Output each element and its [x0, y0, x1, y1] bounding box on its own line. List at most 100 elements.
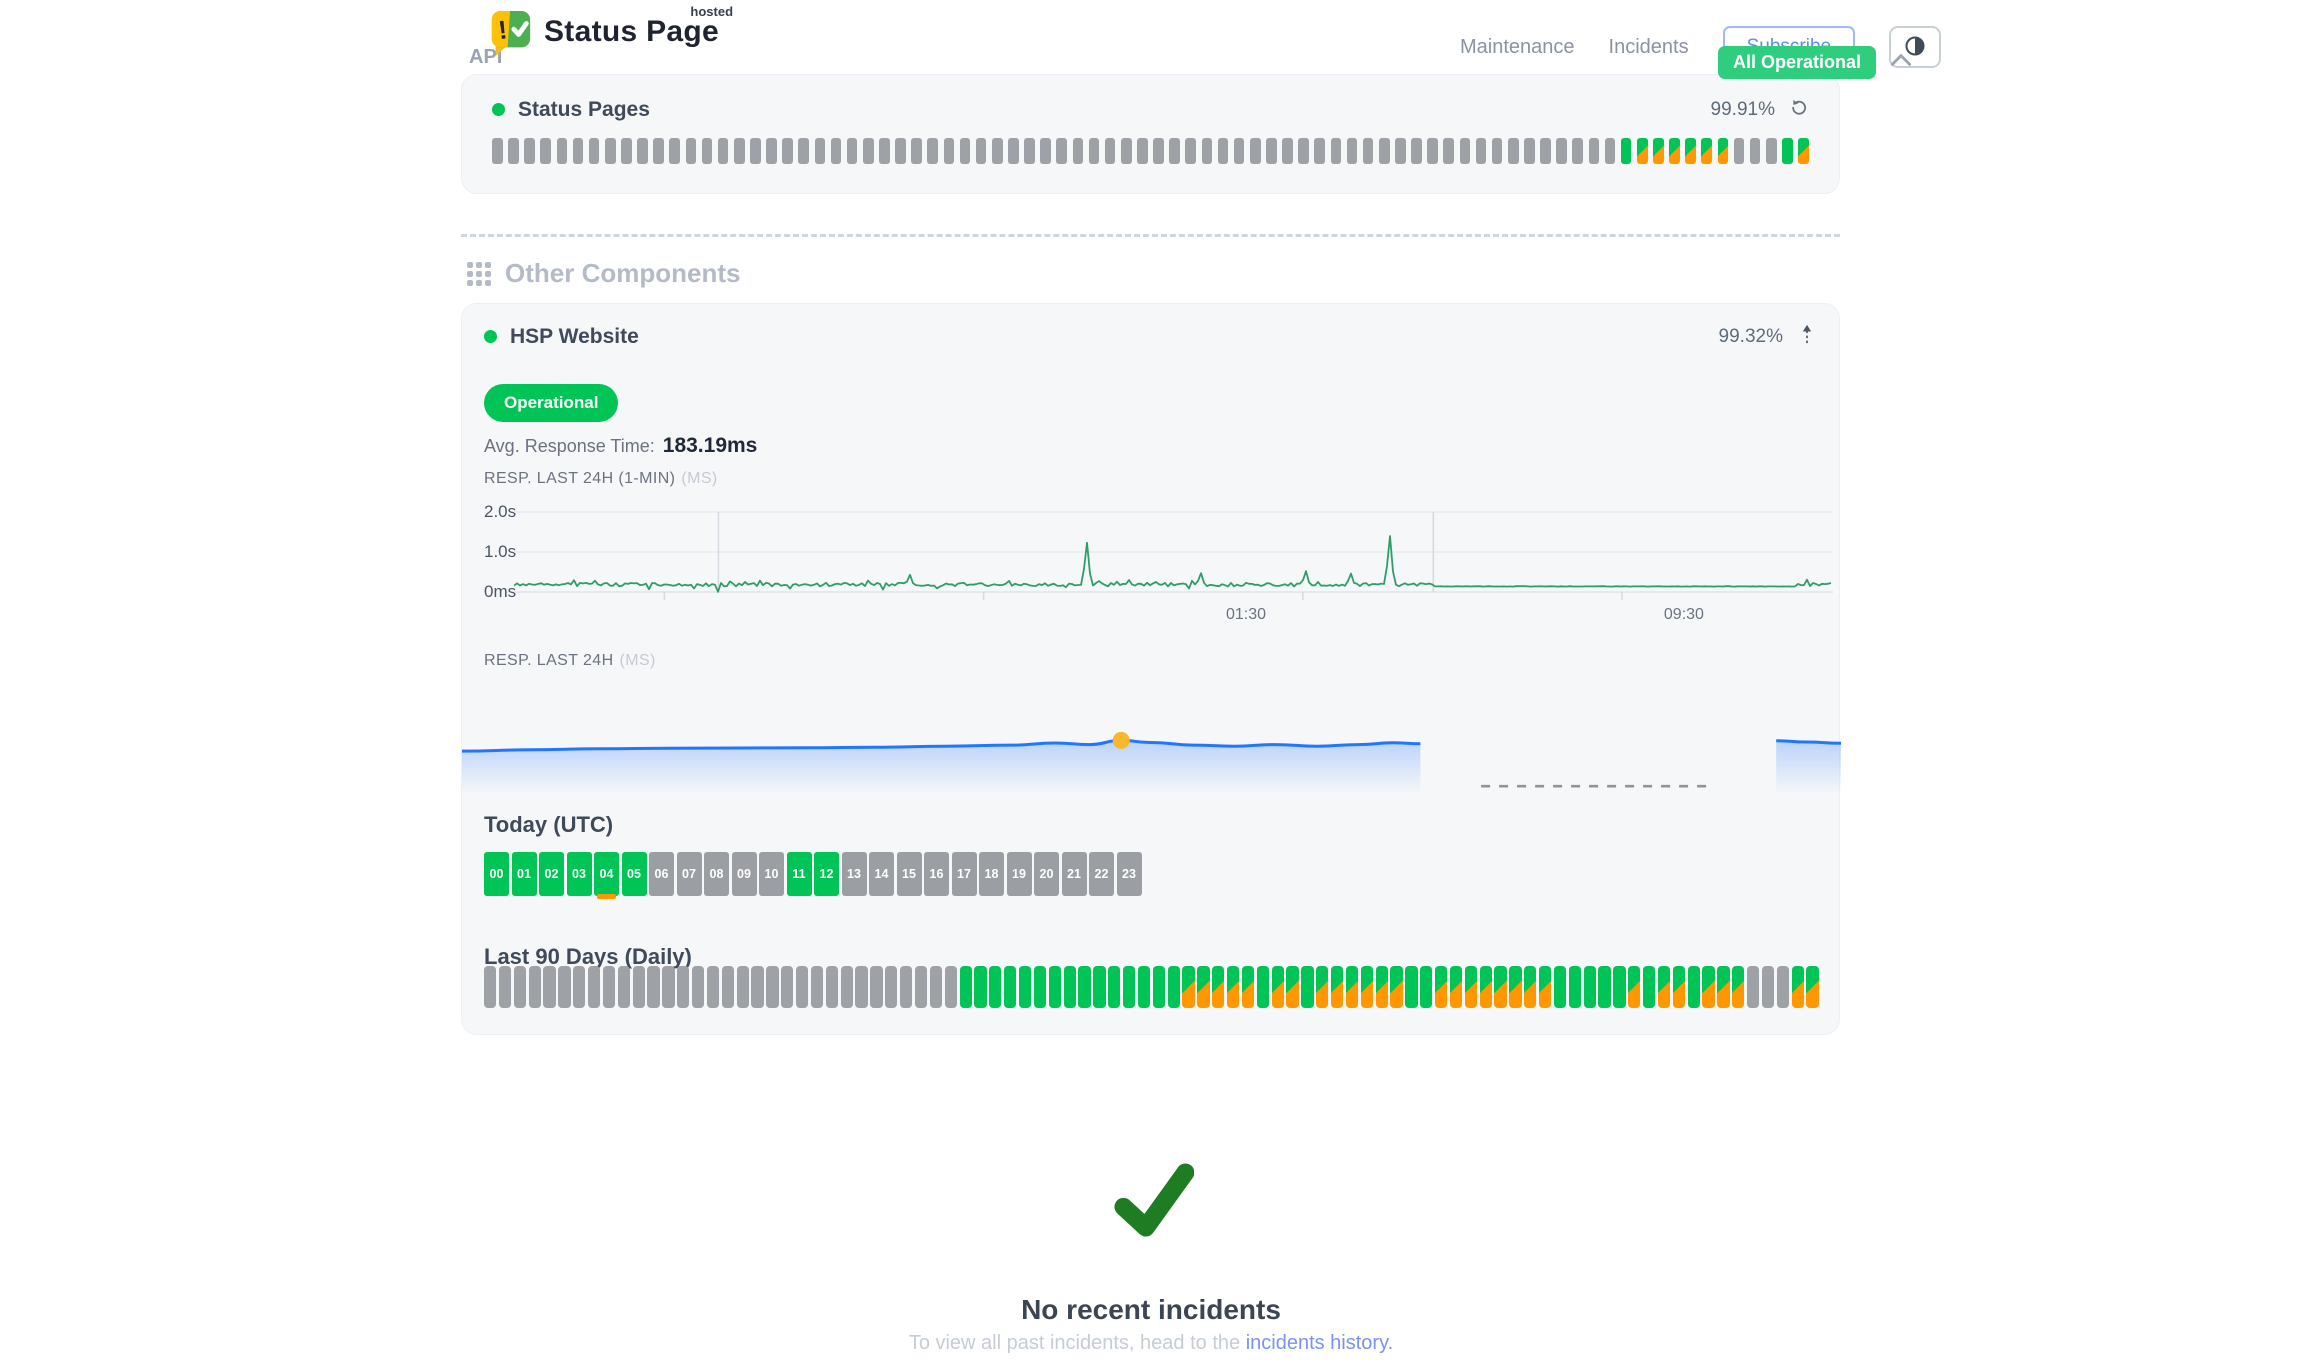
uptime-bar[interactable]	[841, 966, 853, 1008]
uptime-bar[interactable]	[1688, 966, 1700, 1008]
uptime-bar[interactable]	[1242, 966, 1254, 1008]
uptime-bar[interactable]	[686, 138, 697, 164]
uptime-bar[interactable]	[1685, 138, 1696, 164]
uptime-bar[interactable]	[1008, 138, 1019, 164]
uptime-bar[interactable]	[1613, 966, 1625, 1008]
uptime-bar[interactable]	[885, 966, 897, 1008]
uptime-bar[interactable]	[669, 138, 680, 164]
uptime-bar[interactable]	[1218, 138, 1229, 164]
uptime-bar[interactable]	[722, 966, 734, 1008]
uptime-bar[interactable]	[1584, 966, 1596, 1008]
uptime-bar[interactable]	[944, 138, 955, 164]
hour-block-03[interactable]: 03	[567, 852, 592, 896]
uptime-bar[interactable]	[529, 966, 541, 1008]
uptime-bar[interactable]	[702, 138, 713, 164]
uptime-bar[interactable]	[1049, 966, 1061, 1008]
uptime-bar[interactable]	[1589, 138, 1600, 164]
uptime-bar[interactable]	[1717, 966, 1729, 1008]
uptime-bar[interactable]	[603, 966, 615, 1008]
uptime-bar[interactable]	[677, 966, 689, 1008]
hour-block-04[interactable]: 04	[594, 852, 619, 896]
hour-block-05[interactable]: 05	[622, 852, 647, 896]
uptime-bar[interactable]	[1182, 966, 1194, 1008]
uptime-bar[interactable]	[1089, 138, 1100, 164]
uptime-bar[interactable]	[1465, 966, 1477, 1008]
uptime-bar[interactable]	[960, 138, 971, 164]
hour-block-10[interactable]: 10	[759, 852, 784, 896]
uptime-bar[interactable]	[1628, 966, 1640, 1008]
uptime-bar[interactable]	[1460, 138, 1471, 164]
uptime-bar[interactable]	[1078, 966, 1090, 1008]
uptime-bar[interactable]	[1227, 966, 1239, 1008]
uptime-bar[interactable]	[900, 966, 912, 1008]
uptime-bar[interactable]	[508, 138, 519, 164]
uptime-bar[interactable]	[692, 966, 704, 1008]
uptime-bar[interactable]	[1064, 966, 1076, 1008]
uptime-bar[interactable]	[558, 966, 570, 1008]
uptime-bar[interactable]	[1056, 138, 1067, 164]
uptime-bar[interactable]	[662, 966, 674, 1008]
uptime-bar[interactable]	[1494, 966, 1506, 1008]
hour-block-06[interactable]: 06	[649, 852, 674, 896]
uptime-bar[interactable]	[633, 966, 645, 1008]
uptime-bar[interactable]	[1040, 138, 1051, 164]
uptime-bar[interactable]	[1643, 966, 1655, 1008]
uptime-bar[interactable]	[974, 966, 986, 1008]
hour-block-02[interactable]: 02	[539, 852, 564, 896]
uptime-bar[interactable]	[1637, 138, 1648, 164]
uptime-bar[interactable]	[588, 966, 600, 1008]
uptime-bar[interactable]	[1331, 966, 1343, 1008]
uptime-bar[interactable]	[976, 138, 987, 164]
uptime-bar[interactable]	[1123, 966, 1135, 1008]
uptime-bar[interactable]	[1747, 966, 1759, 1008]
refresh-icon[interactable]	[1789, 97, 1809, 122]
uptime-bar[interactable]	[1443, 138, 1454, 164]
uptime-bar[interactable]	[1492, 138, 1503, 164]
hour-block-23[interactable]: 23	[1117, 852, 1142, 896]
uptime-bar[interactable]	[1004, 966, 1016, 1008]
uptime-bar[interactable]	[540, 138, 551, 164]
uptime-bar[interactable]	[1658, 966, 1670, 1008]
uptime-bar[interactable]	[796, 966, 808, 1008]
nav-maintenance[interactable]: Maintenance	[1460, 36, 1575, 59]
hour-block-21[interactable]: 21	[1062, 852, 1087, 896]
uptime-bar[interactable]	[1316, 966, 1328, 1008]
uptime-bar[interactable]	[1734, 138, 1745, 164]
uptime-bar[interactable]	[1673, 966, 1685, 1008]
uptime-bar[interactable]	[543, 966, 555, 1008]
hour-block-20[interactable]: 20	[1034, 852, 1059, 896]
uptime-bar[interactable]	[1137, 138, 1148, 164]
uptime-bar[interactable]	[1524, 966, 1536, 1008]
hour-block-09[interactable]: 09	[732, 852, 757, 896]
uptime-bar[interactable]	[1108, 966, 1120, 1008]
hour-block-15[interactable]: 15	[897, 852, 922, 896]
uptime-bar[interactable]	[573, 138, 584, 164]
uptime-bar[interactable]	[1169, 138, 1180, 164]
uptime-bar[interactable]	[1298, 138, 1309, 164]
uptime-bar[interactable]	[895, 138, 906, 164]
uptime-bar[interactable]	[1539, 966, 1551, 1008]
hour-block-22[interactable]: 22	[1089, 852, 1114, 896]
uptime-bar[interactable]	[653, 138, 664, 164]
uptime-bar[interactable]	[1792, 966, 1804, 1008]
uptime-bar[interactable]	[514, 966, 526, 1008]
uptime-bar[interactable]	[1346, 966, 1358, 1008]
uptime-bar[interactable]	[1569, 966, 1581, 1008]
hour-block-13[interactable]: 13	[842, 852, 867, 896]
uptime-bar[interactable]	[930, 966, 942, 1008]
uptime-bar[interactable]	[1762, 966, 1774, 1008]
uptime-bar[interactable]	[815, 138, 826, 164]
uptime-bar[interactable]	[879, 138, 890, 164]
uptime-bar[interactable]	[781, 966, 793, 1008]
uptime-bar[interactable]	[637, 138, 648, 164]
uptime-bar[interactable]	[1202, 138, 1213, 164]
chevron-up-icon[interactable]	[1888, 49, 1914, 76]
uptime-bar[interactable]	[1435, 966, 1447, 1008]
uptime-bar[interactable]	[1540, 138, 1551, 164]
app-logo[interactable]: ! Status Page hosted	[488, 8, 727, 65]
uptime-bar[interactable]	[1105, 138, 1116, 164]
uptime-bar[interactable]	[573, 966, 585, 1008]
uptime-bar[interactable]	[1153, 966, 1165, 1008]
uptime-bar[interactable]	[499, 966, 511, 1008]
uptime-bar[interactable]	[1702, 966, 1714, 1008]
